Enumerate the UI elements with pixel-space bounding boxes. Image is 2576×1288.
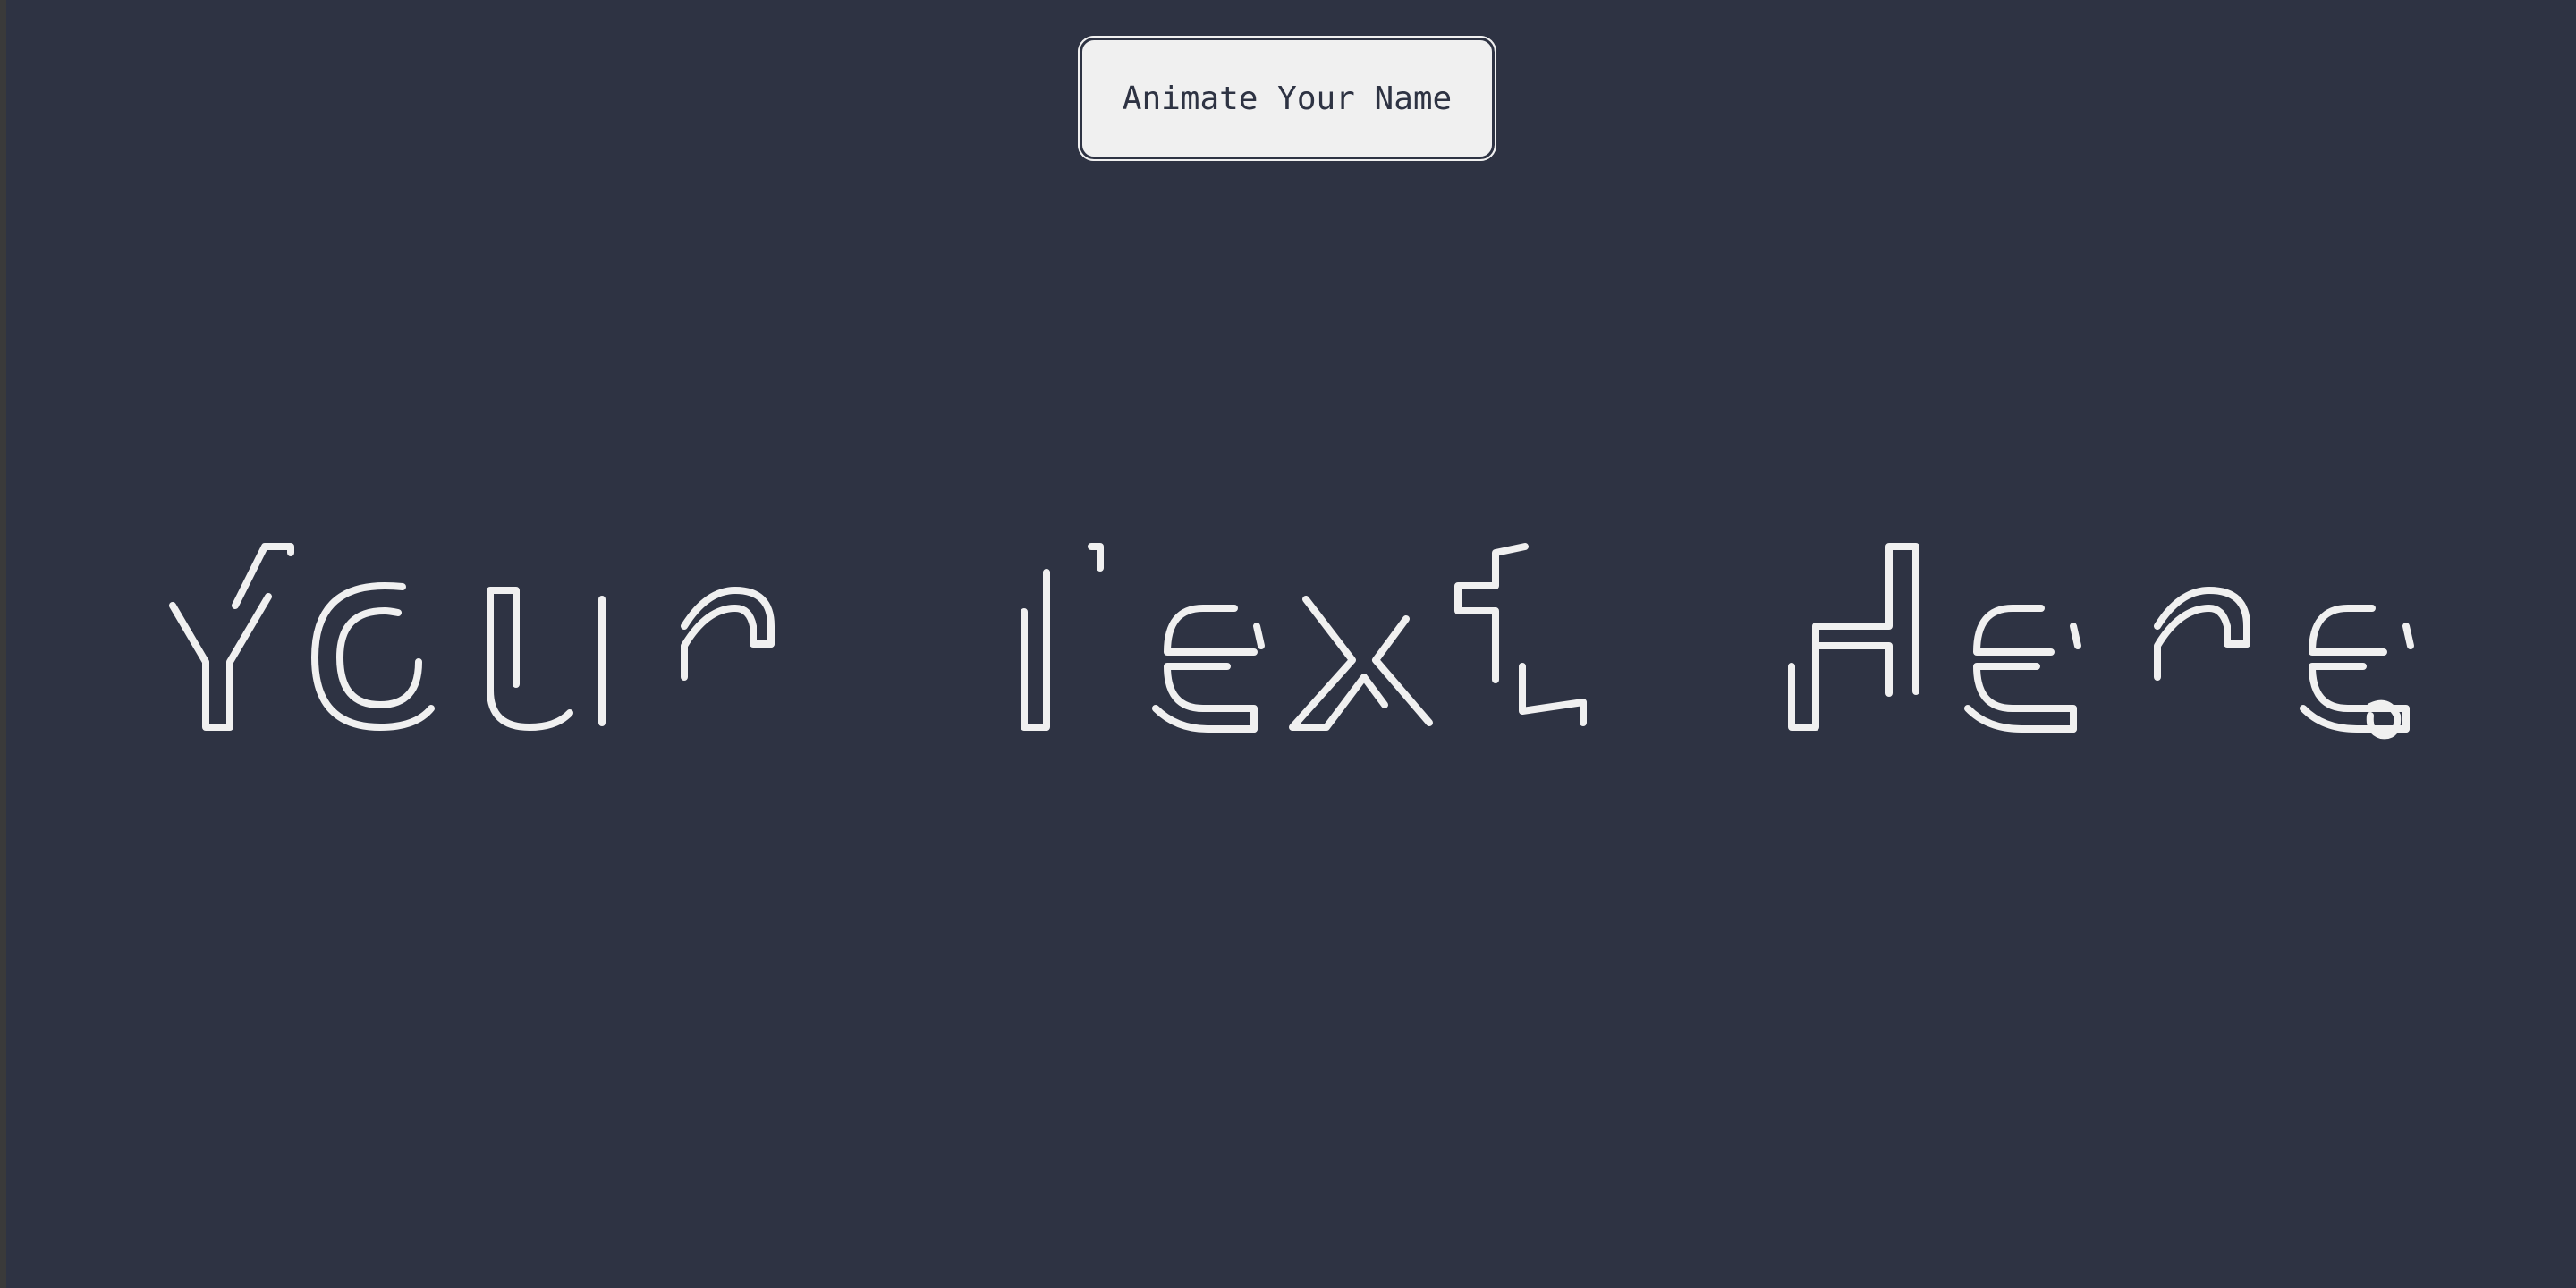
glyph-e-1 — [1152, 605, 1265, 733]
glyph-y — [169, 543, 294, 731]
glyph-t-1 — [1454, 543, 1587, 726]
glyph-e-3 — [2300, 605, 2414, 740]
animated-stroke-text — [169, 543, 2414, 740]
glyph-o — [311, 582, 435, 731]
glyph-x — [1289, 596, 1433, 731]
glyph-t-capital — [1021, 543, 1104, 731]
glyph-h-capital — [1788, 543, 1919, 731]
glyph-r-2 — [2154, 587, 2250, 681]
glyph-u — [487, 587, 606, 731]
glyph-e-2 — [1964, 605, 2081, 733]
glyph-r — [681, 587, 775, 681]
